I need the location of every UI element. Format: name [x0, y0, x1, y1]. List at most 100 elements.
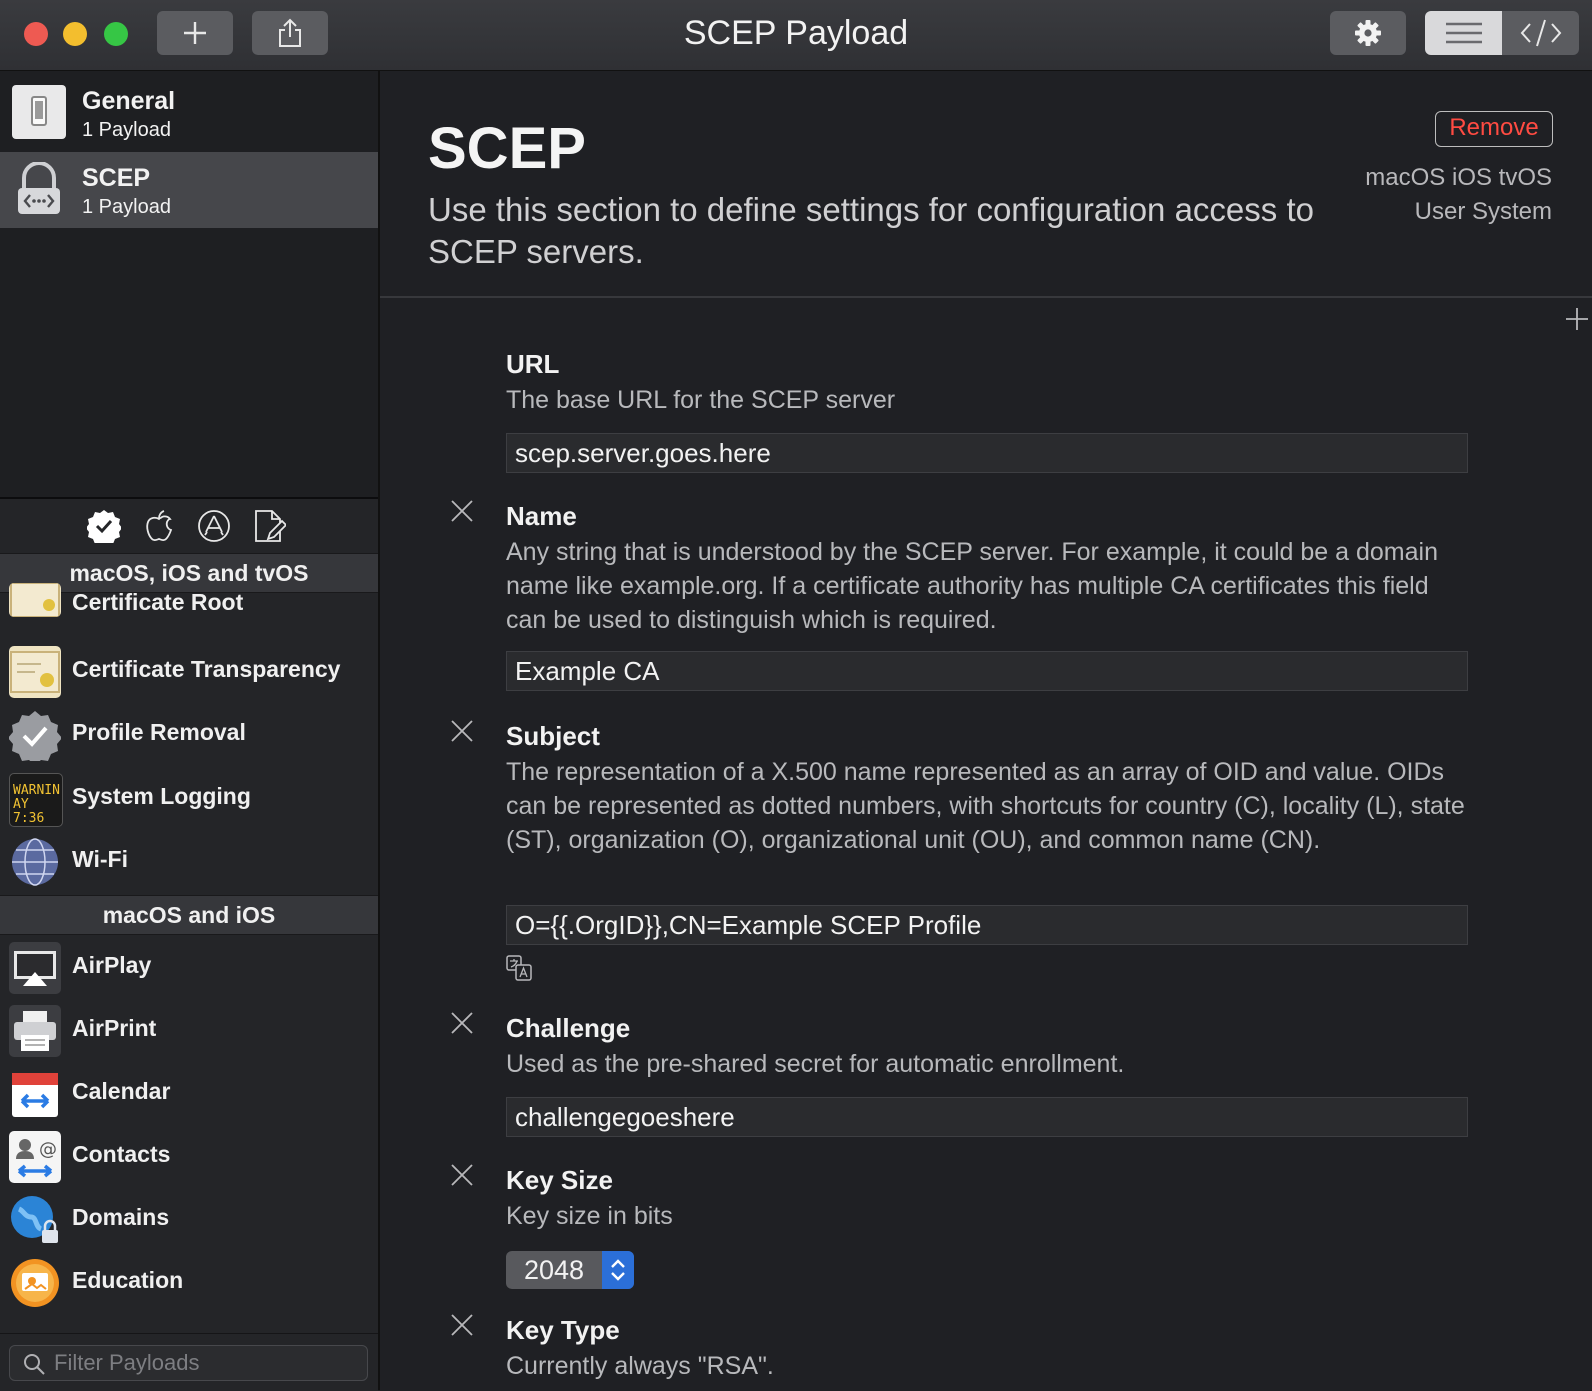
- education-icon: [9, 1257, 61, 1309]
- sidebar: General 1 Payload SCEP 1 Payload macOS, …: [0, 71, 380, 1391]
- contacts-icon: @: [9, 1131, 61, 1183]
- sidebar-item-system-logging[interactable]: WARNIN AY 7:36 System Logging: [0, 766, 378, 830]
- close-icon[interactable]: [450, 719, 474, 743]
- page-title: SCEP: [428, 116, 586, 181]
- field-title: Name: [506, 501, 577, 531]
- payload-scope: User System: [1414, 198, 1552, 225]
- sidebar-item-airprint[interactable]: AirPrint: [0, 998, 378, 1062]
- code-view-button[interactable]: [1502, 11, 1579, 55]
- checkmark-badge-icon[interactable]: [87, 509, 121, 543]
- payload-row-scep[interactable]: SCEP 1 Payload: [0, 152, 378, 228]
- close-icon[interactable]: [450, 1313, 474, 1337]
- close-icon[interactable]: [450, 1163, 474, 1187]
- calendar-icon: [9, 1068, 61, 1120]
- sidebar-item-label: AirPlay: [72, 952, 152, 978]
- filter-payloads-field: [9, 1345, 368, 1381]
- sidebar-item-label: Certificate Transparency: [72, 656, 341, 682]
- field-description: Key size in bits: [506, 1202, 673, 1230]
- console-icon-text: WARNIN AY 7:36: [13, 783, 60, 826]
- minimize-window-button[interactable]: [63, 22, 87, 46]
- sidebar-item-label: AirPrint: [72, 1015, 157, 1041]
- view-mode-segmented-control: [1425, 11, 1579, 55]
- field-description: Used as the pre-shared secret for automa…: [506, 1050, 1125, 1078]
- sidebar-item-label: System Logging: [72, 783, 251, 809]
- header-divider: [380, 296, 1592, 298]
- apple-icon[interactable]: [142, 509, 176, 543]
- sidebar-item-certificate-transparency[interactable]: Certificate Transparency: [0, 639, 378, 703]
- sidebar-item-education[interactable]: Education: [0, 1250, 378, 1314]
- name-input[interactable]: Example CA: [506, 651, 1468, 691]
- remove-button[interactable]: Remove: [1435, 111, 1553, 147]
- list-view-button[interactable]: [1425, 11, 1502, 55]
- payload-editor: SCEP Use this section to define settings…: [380, 71, 1592, 1390]
- page-description: Use this section to define settings for …: [428, 191, 1314, 270]
- sidebar-item-profile-removal[interactable]: Profile Removal: [0, 702, 378, 766]
- field-description: Any string that is understood by the SCE…: [506, 538, 1438, 634]
- up-down-arrows-icon: [602, 1251, 634, 1289]
- zoom-window-button[interactable]: [104, 22, 128, 46]
- close-icon[interactable]: [450, 1011, 474, 1035]
- sidebar-item-label: Domains: [72, 1204, 170, 1230]
- scep-lock-icon: [12, 161, 66, 216]
- translate-icon[interactable]: [506, 955, 532, 981]
- plus-icon: [184, 22, 206, 44]
- field-title: URL: [506, 349, 560, 379]
- svg-text:@: @: [39, 1139, 57, 1160]
- close-icon[interactable]: [450, 499, 474, 523]
- filter-payloads-input[interactable]: [52, 1348, 356, 1378]
- globe-icon: [9, 836, 61, 888]
- field-title: Key Type: [506, 1315, 620, 1345]
- sidebar-item-airplay[interactable]: AirPlay: [0, 935, 378, 999]
- group-header-macos-ios: macOS and iOS: [0, 895, 378, 935]
- sidebar-item-label: Certificate Root: [72, 589, 244, 615]
- sidebar-item-label: Education: [72, 1267, 184, 1293]
- payload-row-general[interactable]: General 1 Payload: [0, 75, 378, 151]
- subject-input[interactable]: O={{.OrgID}},CN=Example SCEP Profile: [506, 905, 1468, 945]
- console-log-icon: WARNIN AY 7:36: [9, 773, 63, 827]
- sidebar-item-calendar[interactable]: Calendar: [0, 1061, 378, 1125]
- supported-platforms: macOS iOS tvOS: [1365, 164, 1552, 191]
- payload-count: 1 Payload: [82, 119, 171, 141]
- sidebar-item-label: Wi-Fi: [72, 846, 128, 872]
- platform-info: macOS iOS tvOS User System: [1365, 161, 1552, 229]
- challenge-input[interactable]: challengegoeshere: [506, 1097, 1468, 1137]
- field-description: The base URL for the SCEP server: [506, 386, 896, 414]
- payload-header: SCEP Use this section to define settings…: [380, 71, 1592, 296]
- list-view-icon: [1445, 22, 1482, 44]
- airplay-icon: [9, 942, 61, 994]
- sidebar-item-wi-fi[interactable]: Wi-Fi: [0, 829, 378, 893]
- platform-filter-bar: [0, 499, 378, 553]
- document-edit-icon[interactable]: [252, 509, 286, 543]
- add-key-icon[interactable]: [1565, 307, 1589, 331]
- share-icon: [279, 18, 301, 47]
- close-window-button[interactable]: [24, 22, 48, 46]
- url-input[interactable]: scep.server.goes.here: [506, 433, 1468, 473]
- device-icon: [12, 85, 66, 139]
- field-description: Currently always "RSA".: [506, 1352, 774, 1380]
- field-description: The representation of a X.500 name repre…: [506, 758, 1465, 854]
- field-title: Challenge: [506, 1013, 631, 1043]
- share-button[interactable]: [252, 11, 328, 55]
- gear-icon: [1355, 20, 1381, 46]
- sidebar-item-contacts[interactable]: @ Contacts: [0, 1124, 378, 1188]
- payload-title: SCEP: [82, 164, 151, 192]
- search-icon: [24, 1354, 45, 1375]
- app-store-icon[interactable]: [197, 509, 231, 543]
- add-payload-button[interactable]: [157, 11, 233, 55]
- certificate-icon: [9, 583, 61, 617]
- sidebar-item-label: Profile Removal: [72, 719, 246, 745]
- payload-title: General: [82, 87, 176, 115]
- key-size-popup[interactable]: 2048: [506, 1251, 634, 1289]
- sidebar-item-label: Contacts: [72, 1141, 171, 1167]
- badge-check-icon: [9, 709, 61, 761]
- field-title: Subject: [506, 721, 600, 751]
- payload-count: 1 Payload: [82, 196, 171, 218]
- added-payloads-list: General 1 Payload SCEP 1 Payload: [0, 71, 378, 497]
- globe-lock-icon: [9, 1194, 61, 1246]
- certificate-icon: [9, 646, 61, 698]
- sidebar-item-domains[interactable]: Domains: [0, 1187, 378, 1251]
- sidebar-item-certificate-root[interactable]: Certificate Root: [0, 579, 378, 643]
- settings-button[interactable]: [1330, 11, 1406, 55]
- code-view-icon: [1520, 19, 1561, 47]
- title-bar: SCEP Payload: [0, 0, 1592, 71]
